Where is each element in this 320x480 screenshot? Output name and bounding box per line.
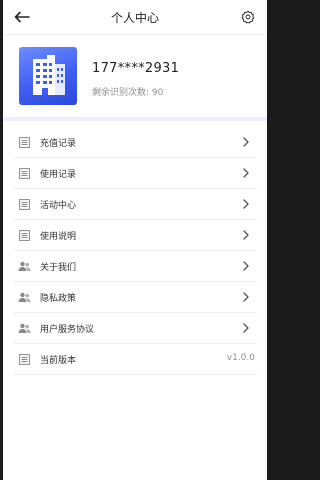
gear-icon	[241, 10, 255, 24]
settings-button[interactable]	[239, 8, 257, 26]
users-icon	[17, 321, 31, 335]
menu-item-user-agreement[interactable]: 用户服务协议	[13, 313, 257, 344]
menu-item-usage-records[interactable]: 使用记录	[13, 158, 257, 189]
avatar	[19, 47, 77, 105]
menu-item-label: 用户服务协议	[40, 324, 95, 335]
header-bar: 个人中心	[3, 0, 267, 35]
menu-item-label: 关于我们	[40, 262, 77, 273]
list-icon	[17, 352, 31, 366]
version-value: v1.0.0	[226, 353, 255, 363]
menu-item-recharge-records[interactable]: 充值记录	[13, 127, 257, 158]
users-icon	[17, 259, 31, 273]
menu-item-label: 活动中心	[40, 200, 77, 211]
profile-card: 177****2931 剩余识别次数: 90	[3, 35, 267, 117]
user-phone: 177****2931	[92, 61, 180, 76]
list-icon	[17, 197, 31, 211]
page-title: 个人中心	[110, 11, 159, 25]
list-icon	[17, 228, 31, 242]
menu-item-activity-center[interactable]: 活动中心	[13, 189, 257, 220]
menu-item-label: 当前版本	[40, 355, 77, 366]
menu-item-privacy-policy[interactable]: 隐私政策	[13, 282, 257, 313]
menu-item-current-version: 当前版本 v1.0.0	[13, 344, 257, 375]
menu-item-label: 充值记录	[40, 138, 77, 149]
chevron-right-icon	[243, 199, 249, 209]
list-icon	[17, 135, 31, 149]
chevron-right-icon	[243, 168, 249, 178]
building-icon	[33, 55, 65, 95]
remaining-count: 剩余识别次数: 90	[92, 88, 164, 98]
users-icon	[17, 290, 31, 304]
list-icon	[17, 166, 31, 180]
menu-item-about-us[interactable]: 关于我们	[13, 251, 257, 282]
chevron-right-icon	[243, 137, 249, 147]
chevron-right-icon	[243, 230, 249, 240]
chevron-right-icon	[243, 261, 249, 271]
section-divider	[3, 117, 267, 121]
menu-list: 充值记录 使用记录 活动中心 使用说明 关于我们 隐私政策 用户服务协议 当前版…	[13, 127, 257, 375]
menu-item-label: 使用记录	[40, 169, 77, 180]
chevron-right-icon	[243, 323, 249, 333]
menu-item-instructions[interactable]: 使用说明	[13, 220, 257, 251]
menu-item-label: 使用说明	[40, 231, 77, 242]
profile-screen: 个人中心 177****2931 剩余识别次数: 90 充值记录 使用记录 活动…	[3, 0, 267, 480]
chevron-right-icon	[243, 292, 249, 302]
menu-item-label: 隐私政策	[40, 293, 77, 304]
